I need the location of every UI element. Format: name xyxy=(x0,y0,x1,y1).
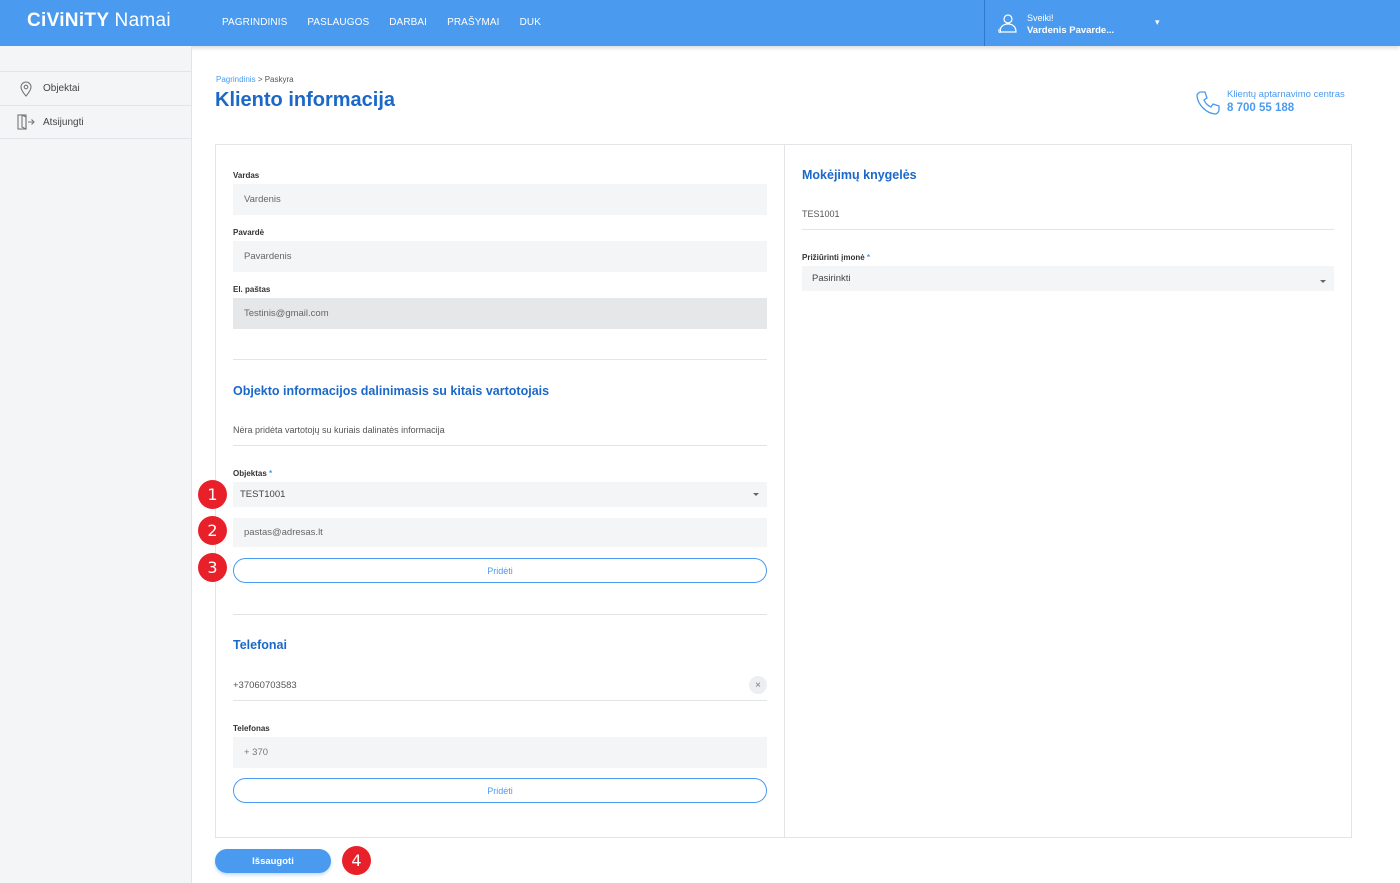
user-menu[interactable]: 6 Sveiki! Vardenis Pavarde... ▾ xyxy=(984,0,1400,46)
last-name-field[interactable]: Pavardenis xyxy=(233,241,767,272)
save-button[interactable]: Išsaugoti xyxy=(215,849,331,873)
share-email-field[interactable]: pastas@adresas.lt xyxy=(233,518,767,547)
user-name: Vardenis Pavarde... xyxy=(1027,25,1115,36)
nav-item-pagrindinis[interactable]: PAGRINDINIS xyxy=(222,17,287,28)
company-select-value: Pasirinkti xyxy=(812,273,851,284)
breadcrumb-home-link[interactable]: Pagrindinis xyxy=(216,75,256,84)
top-bar: CiViNiTY Namai PAGRINDINIS PASLAUGOS DAR… xyxy=(0,0,1400,46)
divider xyxy=(233,359,767,360)
add-shared-user-button[interactable]: Pridėti xyxy=(233,558,767,583)
divider xyxy=(233,614,767,615)
company-label-text: Prižiūrinti įmonė xyxy=(802,253,865,262)
email-label: El. paštas xyxy=(233,285,271,294)
chevron-down-icon[interactable]: ▾ xyxy=(1155,17,1160,28)
object-label: Objektas * xyxy=(233,469,272,478)
logout-icon xyxy=(17,113,35,131)
chevron-down-icon xyxy=(1320,279,1326,283)
breadcrumb: Pagrindinis > Paskyra xyxy=(216,75,294,84)
first-name-label: Vardas xyxy=(233,171,260,180)
logo-bold: CiViNiTY xyxy=(27,10,109,31)
annotation-badge-2: 2 xyxy=(198,516,227,545)
support-label: Klientų aptarnavimo centras xyxy=(1227,89,1345,100)
support-phone[interactable]: 8 700 55 188 xyxy=(1227,102,1294,114)
breadcrumb-separator: > xyxy=(257,75,263,84)
last-name-label: Pavardė xyxy=(233,228,265,237)
sharing-section-title: Objekto informacijos dalinimasis su kita… xyxy=(233,384,550,398)
phones-section-title: Telefonai xyxy=(233,638,287,652)
logo-light: Namai xyxy=(114,10,171,31)
required-mark: * xyxy=(269,469,273,478)
object-select-value: TEST1001 xyxy=(240,489,286,500)
close-icon[interactable]: × xyxy=(749,676,767,694)
object-label-text: Objektas xyxy=(233,469,267,478)
company-select[interactable]: Pasirinkti xyxy=(802,266,1334,291)
nav-item-prasymai[interactable]: PRAŠYMAI xyxy=(447,17,499,28)
first-name-field[interactable]: Vardenis xyxy=(233,184,767,215)
phone-label: Telefonas xyxy=(233,724,270,733)
user-icon: 6 xyxy=(998,14,1017,34)
chevron-down-icon xyxy=(753,492,759,496)
existing-phone: +37060703583 xyxy=(233,680,297,691)
phone-icon xyxy=(1196,91,1220,115)
main-nav: PAGRINDINIS PASLAUGOS DARBAI PRAŠYMAI DU… xyxy=(222,17,561,28)
payment-books-title: Mokėjimų knygelės xyxy=(802,168,917,182)
column-divider xyxy=(784,144,785,838)
sidebar-item-label: Objektai xyxy=(43,83,80,94)
annotation-badge-3: 3 xyxy=(198,553,227,582)
email-field: Testinis@gmail.com xyxy=(233,298,767,329)
divider xyxy=(233,445,767,446)
required-mark: * xyxy=(866,253,871,262)
sharing-empty-text: Nėra pridėta vartotojų su kuriais dalina… xyxy=(233,425,445,435)
customer-service-info: Klientų aptarnavimo centras 8 700 55 188 xyxy=(1195,88,1365,118)
location-pin-icon xyxy=(17,80,35,98)
sidebar-item-objektai[interactable]: Objektai xyxy=(0,71,191,105)
payment-book-item: TES1001 xyxy=(802,209,840,219)
greeting-text: Sveiki! xyxy=(1027,13,1054,23)
company-label: Prižiūrinti įmonė * xyxy=(802,253,870,262)
sidebar: Objektai Atsijungti xyxy=(0,46,192,883)
breadcrumb-current: Paskyra xyxy=(264,75,294,84)
nav-item-darbai[interactable]: DARBAI xyxy=(389,17,427,28)
divider xyxy=(233,700,767,701)
annotation-badge-4: 4 xyxy=(342,846,371,875)
object-select[interactable]: TEST1001 xyxy=(233,482,767,507)
page-title: Kliento informacija xyxy=(215,89,396,111)
divider xyxy=(802,229,1334,230)
annotation-badge-1: 1 xyxy=(198,480,227,509)
nav-item-duk[interactable]: DUK xyxy=(520,17,541,28)
sidebar-item-atsijungti[interactable]: Atsijungti xyxy=(0,105,191,139)
sidebar-item-label: Atsijungti xyxy=(43,116,84,128)
app-logo[interactable]: CiViNiTY Namai xyxy=(27,10,171,32)
nav-item-paslaugos[interactable]: PASLAUGOS xyxy=(307,17,369,28)
phone-field[interactable]: + 370 xyxy=(233,737,767,768)
add-phone-button[interactable]: Pridėti xyxy=(233,778,767,803)
